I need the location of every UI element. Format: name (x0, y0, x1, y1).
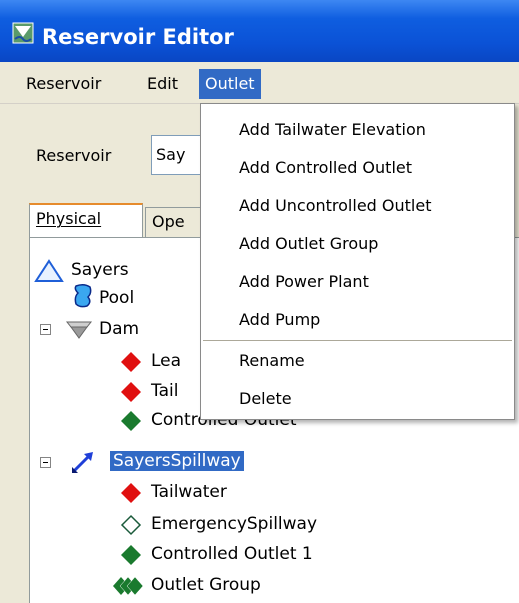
tree-node-controlled-outlet-1[interactable]: Controlled Outlet 1 (148, 544, 316, 564)
menu-item-add-power-plant[interactable]: Add Power Plant (239, 272, 369, 291)
tree-node-label: EmergencySpillway (151, 514, 318, 534)
reservoir-triangle-icon (34, 259, 64, 282)
red-diamond-icon (121, 352, 141, 372)
menu-item-add-outlet-group[interactable]: Add Outlet Group (239, 234, 378, 253)
outlet-group-icon (113, 576, 144, 596)
tree-node-tailwater[interactable]: Tail (148, 381, 181, 401)
tree-node-label: Tail (151, 381, 179, 401)
tree-node-label: Outlet Group (151, 575, 261, 595)
reservoir-select-value: Say (156, 145, 186, 164)
tree-node-sayers-spillway[interactable]: SayersSpillway (110, 451, 244, 471)
collapse-dam-toggle[interactable] (40, 324, 51, 335)
menu-separator (203, 340, 512, 341)
menu-outlet[interactable]: Outlet (199, 69, 261, 99)
menu-bar: Reservoir Edit Outlet (0, 65, 519, 104)
menu-item-delete[interactable]: Delete (239, 389, 292, 408)
tree-node-label: Dam (99, 319, 140, 339)
menu-edit[interactable]: Edit (141, 69, 184, 99)
menu-item-add-uncontrolled-outlet[interactable]: Add Uncontrolled Outlet (239, 196, 431, 215)
tree-node-label: SayersSpillway (110, 451, 244, 471)
tree-node-leakage[interactable]: Lea (148, 351, 184, 371)
app-icon (12, 22, 34, 44)
green-diamond-icon (121, 545, 141, 565)
tab-operations-label: Ope (152, 212, 185, 231)
pool-icon (74, 283, 92, 308)
reservoir-label: Reservoir (36, 146, 112, 165)
menu-reservoir[interactable]: Reservoir (20, 69, 107, 99)
window-title: Reservoir Editor (42, 25, 234, 49)
menu-item-rename[interactable]: Rename (239, 351, 305, 370)
tree-node-sayers[interactable]: Sayers (68, 260, 132, 280)
tree-node-dam[interactable]: Dam (96, 319, 142, 339)
tree-node-pool[interactable]: Pool (96, 288, 137, 308)
menu-item-add-tailwater-elevation[interactable]: Add Tailwater Elevation (239, 120, 426, 139)
title-bar[interactable]: Reservoir Editor (0, 0, 519, 62)
tree-node-spillway-tailwater[interactable]: Tailwater (148, 482, 230, 502)
green-diamond-icon (121, 411, 141, 431)
menu-item-add-pump[interactable]: Add Pump (239, 310, 320, 329)
reservoir-editor-window: Reservoir Editor Reservoir Edit Outlet R… (0, 0, 519, 603)
tree-node-label: Controlled Outlet 1 (151, 544, 313, 564)
tab-physical[interactable]: Physical (29, 203, 143, 238)
tree-node-label: Pool (99, 288, 135, 308)
tree-node-emergency-spillway[interactable]: EmergencySpillway (148, 514, 320, 534)
red-diamond-icon (121, 483, 141, 503)
collapse-spillway-toggle[interactable] (40, 457, 51, 468)
dam-icon (65, 321, 93, 339)
red-diamond-icon (121, 382, 141, 402)
tab-physical-label: Physical (36, 209, 102, 228)
outlet-menu-dropdown: Add Tailwater Elevation Add Controlled O… (200, 103, 515, 420)
spillway-icon (71, 452, 93, 474)
hollow-diamond-icon (120, 514, 142, 536)
tree-node-outlet-group[interactable]: Outlet Group (148, 575, 264, 595)
menu-item-add-controlled-outlet[interactable]: Add Controlled Outlet (239, 158, 412, 177)
tree-node-label: Sayers (71, 260, 129, 280)
tab-operations[interactable]: Ope (145, 207, 205, 237)
tree-node-label: Tailwater (151, 482, 227, 502)
tree-node-label: Lea (151, 351, 182, 371)
